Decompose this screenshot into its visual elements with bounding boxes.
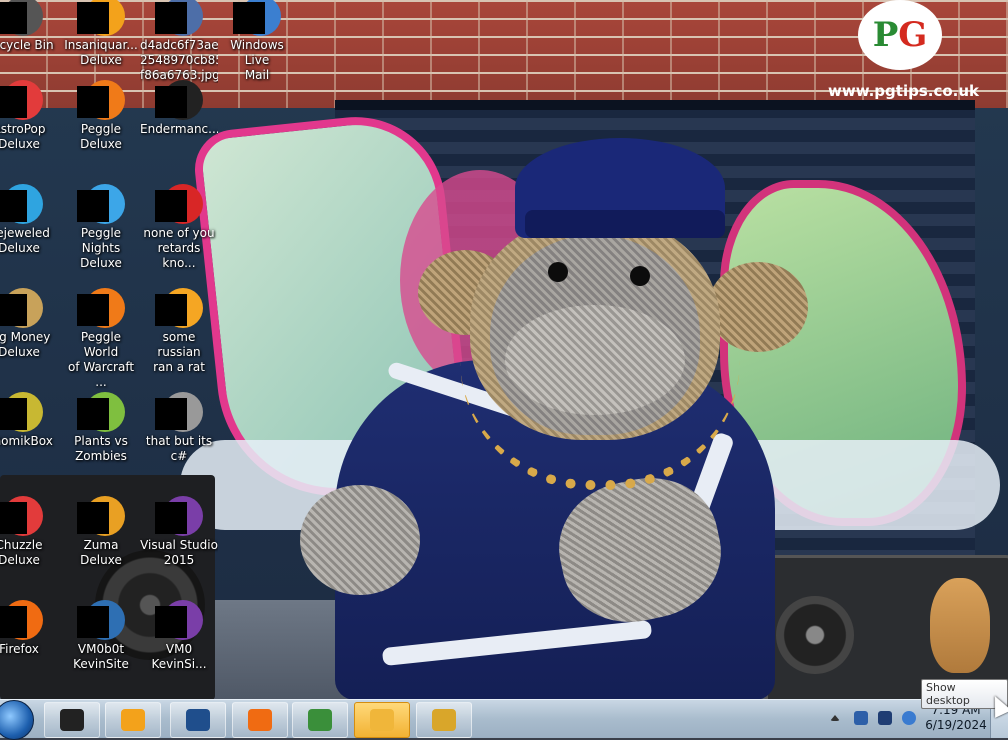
desktop-icon[interactable]: Endermanc... (140, 80, 218, 137)
media-player-icon (121, 709, 145, 731)
firefox-icon (248, 709, 272, 731)
desktop-icon[interactable]: Visual Studio 2015 (140, 496, 218, 568)
network-icon[interactable] (854, 711, 868, 725)
icon-overlay (0, 190, 27, 222)
icon-overlay (77, 190, 109, 222)
taskbar: 7:19 AM 6/19/2024 (0, 699, 1008, 740)
icon-overlay (0, 606, 27, 638)
monkey-muzzle (505, 305, 685, 415)
desktop-icon-label: Recycle Bin (0, 38, 54, 52)
icon-overlay (155, 398, 187, 430)
desktop-icon[interactable]: VM0 KevinSi... (140, 600, 218, 672)
icon-overlay (0, 294, 27, 326)
icon-overlay (77, 398, 109, 430)
desktop-icon[interactable]: none of you retards kno... (140, 184, 218, 271)
desktop-icon-label: Endermanc... (140, 122, 218, 136)
icon-overlay (155, 190, 187, 222)
desktop-icon[interactable]: Bejeweled Deluxe (0, 184, 58, 256)
desktop-icon-label: that but its c# (145, 434, 213, 463)
document-icon (432, 709, 456, 731)
desktop-icon-label: none of you retards kno... (143, 226, 215, 270)
desktop-icon[interactable]: Plants vs Zombies (62, 392, 140, 464)
monitor-icon (60, 709, 84, 731)
monkey-eye (548, 262, 568, 282)
desktop-icon-label: ChomikBox (0, 434, 53, 448)
icon-overlay (155, 86, 187, 118)
desktop-icon-label: Peggle World of Warcraft ... (67, 330, 135, 389)
desktop-icon-label: some russian ran a rat (153, 330, 205, 374)
taskbar-button-media-player[interactable] (105, 702, 161, 738)
monkey-ear (708, 262, 808, 352)
icon-overlay (0, 502, 27, 534)
desktop-icon-label: Big Money Deluxe (0, 330, 51, 359)
folder-icon (370, 709, 394, 731)
desktop-icon-label: Insaniquar... Deluxe (64, 38, 138, 67)
taskbar-button-task-manager[interactable] (44, 702, 100, 738)
icon-overlay (0, 2, 27, 34)
desktop-icon[interactable]: VM0b0t KevinSite (62, 600, 140, 672)
desktop-icon[interactable]: Recycle Bin (0, 0, 58, 53)
start-button[interactable] (0, 700, 34, 740)
desktop-icon[interactable]: Peggle World of Warcraft ... (62, 288, 140, 390)
desktop-icon[interactable]: Peggle Nights Deluxe (62, 184, 140, 271)
desktop-icon[interactable]: Firefox (0, 600, 58, 657)
brand-url: www.pgtips.co.uk (828, 82, 980, 100)
taskbar-button-users[interactable] (292, 702, 348, 738)
desktop-icon[interactable]: Big Money Deluxe (0, 288, 58, 360)
show-hidden-icon[interactable] (830, 715, 840, 721)
icon-overlay (155, 294, 187, 326)
desktop-icon[interactable]: AstroPop Deluxe (0, 80, 58, 152)
desktop-icon[interactable]: some russian ran a rat (140, 288, 218, 375)
icon-overlay (77, 2, 109, 34)
icon-overlay (77, 606, 109, 638)
desktop-icon[interactable]: Insaniquar... Deluxe (62, 0, 140, 68)
wifi-icon[interactable] (902, 711, 916, 725)
desktop-icon[interactable]: Zuma Deluxe (62, 496, 140, 568)
desktop-icon-label: VM0b0t KevinSite (73, 642, 129, 671)
desktop-icon[interactable]: that but its c# (140, 392, 218, 464)
icon-overlay (155, 2, 187, 34)
clock-date: 6/19/2024 (925, 718, 987, 732)
desktop-icon-label: Zuma Deluxe (80, 538, 122, 567)
desktop-icon[interactable]: Chuzzle Deluxe (0, 496, 58, 568)
monkey-cap-brim (525, 210, 725, 238)
icon-overlay (77, 86, 109, 118)
display-icon[interactable] (878, 711, 892, 725)
desktop-icon-label: AstroPop Deluxe (0, 122, 46, 151)
desktop-icon[interactable]: Peggle Deluxe (62, 80, 140, 152)
icon-overlay (233, 2, 265, 34)
icon-overlay (77, 502, 109, 534)
taskbar-button-document[interactable] (416, 702, 472, 738)
desktop-icon-label: Chuzzle Deluxe (0, 538, 43, 567)
icon-overlay (0, 398, 27, 430)
desktop-icon-label: Firefox (0, 642, 39, 656)
desktop-icon-label: VM0 KevinSi... (151, 642, 207, 671)
icon-overlay (77, 294, 109, 326)
desktop-icon[interactable]: Windows Live Mail (218, 0, 296, 83)
globe-icon (186, 709, 210, 731)
monkey-eye (630, 266, 650, 286)
icon-overlay (155, 502, 187, 534)
pg-tips-logo: PG (858, 0, 942, 70)
desktop-icon-label: Plants vs Zombies (74, 434, 128, 463)
taskbar-button-globe[interactable] (170, 702, 226, 738)
desktop-icon-label: Peggle Deluxe (80, 122, 122, 151)
desktop-icon[interactable]: ChomikBox (0, 392, 58, 449)
system-tray (826, 708, 926, 730)
desktop-icon[interactable]: d4adc6f73ae5 2548970cb85d f86a6763.jpg (140, 0, 218, 83)
taskbar-button-file-explorer[interactable] (354, 702, 410, 738)
users-icon (308, 709, 332, 731)
icon-overlay (155, 606, 187, 638)
hamster-image (930, 578, 990, 673)
desktop-icon-label: Peggle Nights Deluxe (80, 226, 122, 270)
taskbar-button-firefox[interactable] (232, 702, 288, 738)
icon-overlay (0, 86, 27, 118)
monkey-arm (300, 485, 420, 595)
desktop-icon-label: d4adc6f73ae5 2548970cb85d f86a6763.jpg (140, 38, 218, 82)
desktop-icon-label: Visual Studio 2015 (140, 538, 218, 567)
desktop-icon-label: Bejeweled Deluxe (0, 226, 50, 255)
desktop-icon-label: Windows Live Mail (230, 38, 284, 82)
